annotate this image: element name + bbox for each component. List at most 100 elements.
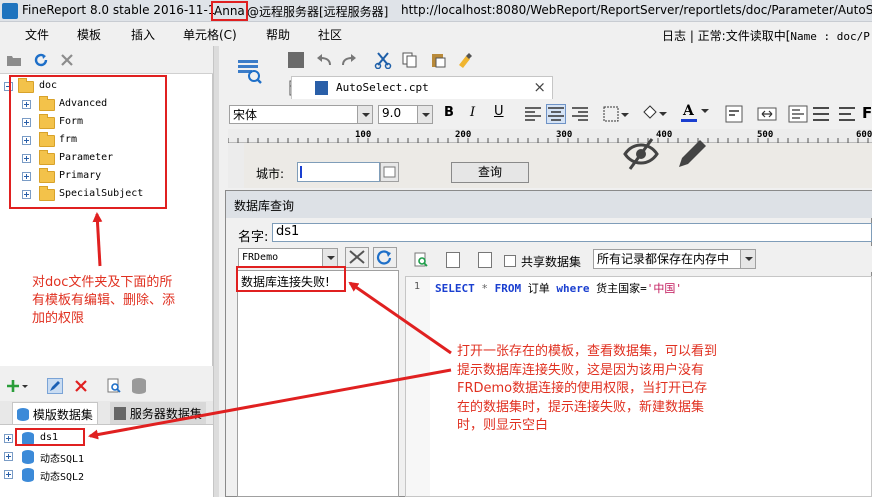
tab-template-datasets[interactable]: 模版数据集 [12,402,98,424]
font-family-value: 宋体 [233,108,258,122]
ruler-label: 100 [355,130,372,140]
edit-pencil-icon[interactable] [673,137,709,171]
tab-label: 模版数据集 [32,408,93,422]
cut-icon[interactable] [374,51,392,70]
insert-row-icon[interactable] [812,106,830,122]
horizontal-ruler [227,129,872,143]
merge-cell-icon[interactable] [757,104,777,124]
expand-icon[interactable] [4,470,13,479]
sql-token: 货主国家= [596,282,647,295]
new-parameter-icon[interactable] [446,252,460,268]
window-title: FineReport 8.0 stable 2016-11-1 [22,3,216,17]
menu-file[interactable]: 文件 [25,26,49,43]
file-toolbar [0,46,213,74]
city-combo[interactable] [297,162,380,182]
table-list[interactable] [237,270,399,497]
italic-icon[interactable]: I [470,105,475,120]
undo-icon[interactable] [315,52,333,68]
status-prefix: 日志 | 正常:文件读取中[ [662,29,791,43]
sql-keyword: SELECT [435,282,475,295]
menu-cell[interactable]: 单元格(C) [183,26,237,43]
ruler-label: 500 [757,130,774,140]
connection-value: FRDemo [242,252,279,263]
sql-keyword: FROM [494,282,522,295]
expand-icon[interactable] [4,452,13,461]
line-number: 1 [414,281,421,292]
preview-zoom-icon[interactable] [234,54,264,86]
report-file-icon [315,81,328,95]
menu-community[interactable]: 社区 [318,26,342,43]
tab-autoselect[interactable]: AutoSelect.cpt × [291,76,553,99]
fill-color-icon[interactable] [641,104,669,122]
chevron-down-icon[interactable] [417,106,432,123]
split-divider[interactable] [213,46,219,497]
formula-icon[interactable] [788,104,808,124]
copy-icon[interactable] [402,52,418,68]
align-right-icon[interactable] [571,106,589,122]
align-left-icon[interactable] [524,106,542,122]
hide-eye-icon[interactable] [622,137,660,171]
format-painter-icon[interactable] [456,51,474,69]
refresh-connection-icon[interactable] [373,247,397,268]
edit-dataset-icon[interactable] [47,378,63,394]
app-logo-icon [2,3,18,19]
sql-text[interactable]: SELECT * FROM 订单 where 货主国家='中国' [435,280,682,296]
wrap-text-icon[interactable] [724,104,744,124]
bold-icon[interactable]: B [444,105,454,120]
preview-dataset-icon[interactable] [106,378,122,394]
server-dataset-icon[interactable] [132,378,146,394]
menu-template[interactable]: 模板 [77,26,101,43]
refresh-parameter-icon[interactable] [478,252,492,268]
edit-connection-icon[interactable] [345,247,369,268]
city-dropdown-icon[interactable] [380,162,399,182]
sql-string: '中国' [646,282,682,295]
highlight-box-tree [9,75,167,209]
share-label: 共享数据集 [521,255,582,269]
dataset-label: 动态SQL2 [40,472,85,483]
font-family-select[interactable]: 宋体 [229,105,373,124]
close-tab-icon[interactable]: × [533,78,546,96]
refresh-icon[interactable] [33,52,49,68]
annotation-sql-note: 打开一张存在的模板，查看数据集，可以看到提示数据库连接失败，这是因为该用户没有F… [457,344,718,433]
text-cursor [300,166,302,178]
delete-icon[interactable] [59,52,75,68]
title-url: http://localhost:8080/WebReport/ReportSe… [401,3,872,17]
paste-icon[interactable] [430,52,446,68]
ruler-ticks [227,138,869,143]
tab-server-datasets[interactable]: 服务器数据集 [110,402,206,424]
text-direction-icon[interactable] [838,106,856,122]
underline-icon[interactable]: U [494,104,504,119]
save-icon[interactable] [288,52,304,68]
database-icon [22,468,34,482]
preview-sql-icon[interactable] [413,252,429,268]
cache-mode-select[interactable]: 所有记录都保存在内存中 [593,249,756,269]
open-folder-icon[interactable] [6,52,22,68]
vertical-ruler [228,143,244,188]
connection-select[interactable]: FRDemo [238,248,338,267]
highlight-box-dataset [15,428,85,446]
remove-dataset-icon[interactable] [73,378,89,394]
annotation-tree-note: 对doc文件夹及下面的所有模板有编辑、删除、添加的权限 [32,275,176,326]
sql-token: * [481,282,488,295]
redo-icon[interactable] [340,52,358,68]
border-icon[interactable] [603,106,631,122]
line-gutter [406,277,430,496]
chevron-down-icon[interactable] [322,249,337,266]
menu-insert[interactable]: 插入 [131,26,155,43]
chevron-down-icon[interactable] [740,250,755,268]
expand-icon[interactable] [4,434,13,443]
menu-help[interactable]: 帮助 [266,26,290,43]
database-icon [22,450,34,464]
share-checkbox[interactable] [504,255,516,267]
font-f-icon[interactable]: F [862,104,872,122]
sql-keyword: where [556,282,590,295]
chevron-down-icon[interactable] [357,106,372,123]
dialog-title: 数据库查询 [226,191,872,218]
tab-label: 服务器数据集 [129,407,202,421]
font-color-icon[interactable]: A [681,103,711,125]
add-dataset-icon[interactable] [6,378,28,394]
query-button[interactable]: 查询 [451,162,529,183]
align-center-icon[interactable] [546,104,566,124]
dataset-name-input[interactable]: ds1 [272,223,872,242]
font-size-select[interactable]: 9.0 [378,105,433,124]
